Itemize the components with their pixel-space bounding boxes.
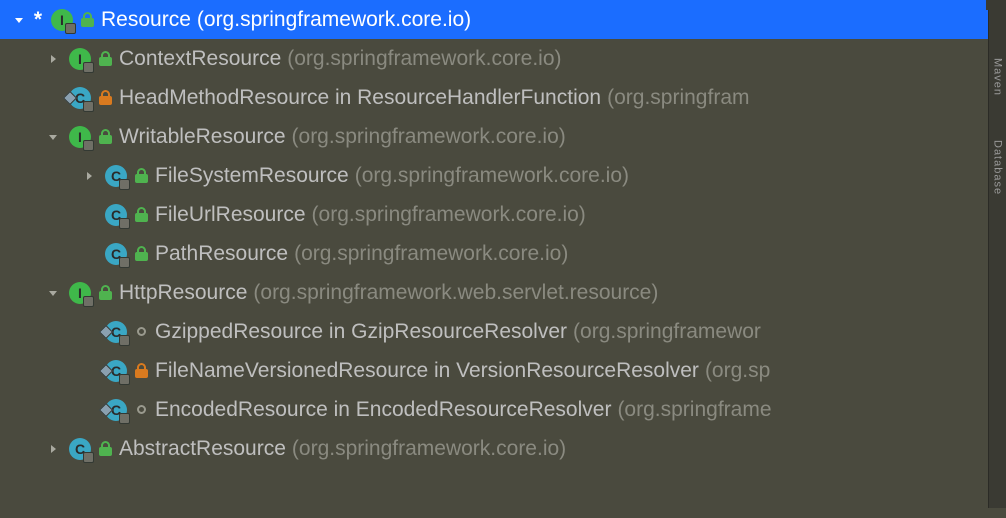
public-lock-icon bbox=[133, 207, 149, 223]
class-name: FileSystemResource bbox=[155, 164, 349, 188]
public-lock-icon bbox=[79, 12, 95, 28]
hierarchy-tree: *IResource(org.springframework.core.io)I… bbox=[0, 0, 1006, 468]
package-label: (org.springframework.core.io) bbox=[287, 47, 561, 71]
interface-icon: I bbox=[68, 281, 92, 305]
public-lock-icon bbox=[97, 129, 113, 145]
class-name: FileNameVersionedResource in VersionReso… bbox=[155, 359, 699, 383]
class-icon: C bbox=[104, 242, 128, 266]
tree-row-resource[interactable]: *I Resource(org.springframework.core.io) bbox=[0, 0, 1006, 39]
class-name: AbstractResource bbox=[119, 437, 286, 461]
class-name: EncodedResource in EncodedResourceResolv… bbox=[155, 398, 611, 422]
public-lock-icon bbox=[97, 441, 113, 457]
right-tool-stripe: Maven Database bbox=[988, 10, 1006, 508]
public-lock-icon bbox=[133, 168, 149, 184]
package-private-icon bbox=[133, 324, 149, 340]
expand-arrow[interactable] bbox=[42, 443, 64, 455]
package-label: (org.springframework.core.io) bbox=[294, 242, 568, 266]
tree-row-file-system-resource[interactable]: C FileSystemResource(org.springframework.… bbox=[0, 156, 1006, 195]
tree-row-abstract-resource[interactable]: C AbstractResource(org.springframework.co… bbox=[0, 429, 1006, 468]
package-label: (org.sp bbox=[705, 359, 770, 383]
class-name: PathResource bbox=[155, 242, 288, 266]
expand-arrow[interactable] bbox=[42, 53, 64, 65]
maven-tool-tab[interactable]: Maven bbox=[992, 58, 1004, 96]
private-lock-icon bbox=[133, 363, 149, 379]
expand-arrow[interactable] bbox=[42, 287, 64, 299]
package-label: (org.springframework.core.io) bbox=[292, 125, 566, 149]
tree-row-head-method-resource[interactable]: C HeadMethodResource in ResourceHandlerFu… bbox=[0, 78, 1006, 117]
tree-row-writable-resource[interactable]: I WritableResource(org.springframework.co… bbox=[0, 117, 1006, 156]
package-label: (org.springframe bbox=[617, 398, 771, 422]
package-label: (org.springframework.core.io) bbox=[355, 164, 629, 188]
tree-row-filename-versioned-resource[interactable]: C FileNameVersionedResource in VersionRes… bbox=[0, 351, 1006, 390]
interface-icon: I bbox=[68, 125, 92, 149]
package-label: (org.springframework.core.io) bbox=[312, 203, 586, 227]
class-icon: C bbox=[104, 164, 128, 188]
class-name: FileUrlResource bbox=[155, 203, 306, 227]
interface-icon: I bbox=[68, 47, 92, 71]
class-icon: C bbox=[104, 320, 128, 344]
class-icon: C bbox=[68, 437, 92, 461]
tree-row-path-resource[interactable]: C PathResource(org.springframework.core.i… bbox=[0, 234, 1006, 273]
class-name: ContextResource bbox=[119, 47, 281, 71]
package-label: (org.springframework.core.io) bbox=[292, 437, 566, 461]
class-icon: C bbox=[104, 203, 128, 227]
class-name: GzippedResource in GzipResourceResolver bbox=[155, 320, 567, 344]
package-private-icon bbox=[133, 402, 149, 418]
class-name: HttpResource bbox=[119, 281, 247, 305]
expand-arrow[interactable] bbox=[42, 131, 64, 143]
package-label: (org.springframework.core.io) bbox=[197, 8, 471, 32]
expand-arrow[interactable] bbox=[78, 170, 100, 182]
interface-icon: I bbox=[50, 8, 74, 32]
tree-row-http-resource[interactable]: I HttpResource(org.springframework.web.se… bbox=[0, 273, 1006, 312]
tree-row-gzipped-resource[interactable]: C GzippedResource in GzipResourceResolver… bbox=[0, 312, 1006, 351]
public-lock-icon bbox=[97, 285, 113, 301]
package-label: (org.springframework.web.servlet.resourc… bbox=[253, 281, 658, 305]
tab-fragment bbox=[986, 0, 1006, 10]
class-icon: C bbox=[68, 86, 92, 110]
public-lock-icon bbox=[97, 51, 113, 67]
tree-row-context-resource[interactable]: I ContextResource(org.springframework.cor… bbox=[0, 39, 1006, 78]
tree-row-file-url-resource[interactable]: C FileUrlResource(org.springframework.cor… bbox=[0, 195, 1006, 234]
class-name: HeadMethodResource in ResourceHandlerFun… bbox=[119, 86, 601, 110]
star-marker: * bbox=[30, 8, 46, 32]
package-label: (org.springfram bbox=[607, 86, 749, 110]
expand-arrow[interactable] bbox=[8, 14, 30, 26]
tree-row-encoded-resource[interactable]: C EncodedResource in EncodedResourceResol… bbox=[0, 390, 1006, 429]
public-lock-icon bbox=[133, 246, 149, 262]
class-icon: C bbox=[104, 359, 128, 383]
package-label: (org.springframewor bbox=[573, 320, 761, 344]
private-lock-icon bbox=[97, 90, 113, 106]
class-name: Resource bbox=[101, 8, 191, 32]
class-icon: C bbox=[104, 398, 128, 422]
database-tool-tab[interactable]: Database bbox=[992, 140, 1004, 195]
class-name: WritableResource bbox=[119, 125, 286, 149]
